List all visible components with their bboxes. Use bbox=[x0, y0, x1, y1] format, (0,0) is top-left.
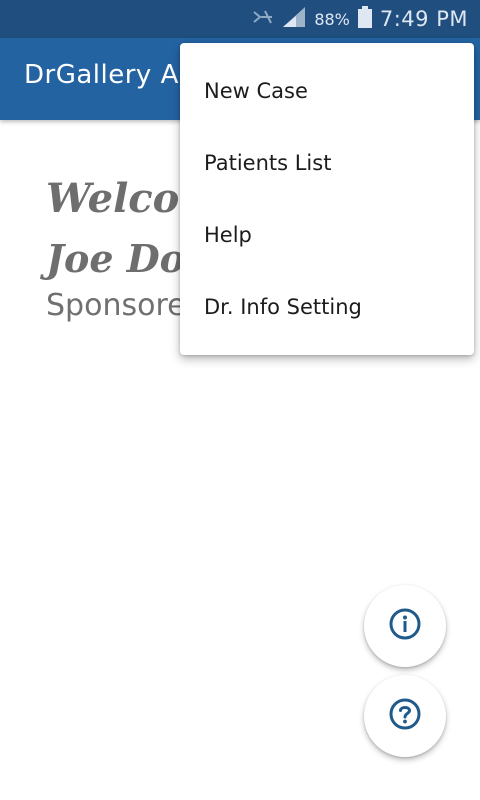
info-icon bbox=[388, 607, 422, 645]
clock: 7:49 PM bbox=[379, 7, 468, 31]
battery-percent: 88% bbox=[314, 9, 350, 29]
menu-item-patients-list[interactable]: Patients List bbox=[180, 127, 474, 199]
status-bar: 88% 7:49 PM bbox=[0, 0, 480, 38]
battery-icon bbox=[357, 6, 372, 32]
signal-off-icon bbox=[252, 9, 274, 29]
menu-item-dr-info-setting[interactable]: Dr. Info Setting bbox=[180, 271, 474, 343]
sponsored-text: Sponsorec bbox=[46, 288, 203, 323]
help-button[interactable] bbox=[364, 675, 446, 757]
cell-signal-icon bbox=[282, 6, 306, 32]
menu-item-help[interactable]: Help bbox=[180, 199, 474, 271]
help-icon bbox=[388, 697, 422, 735]
overflow-menu: New Case Patients List Help Dr. Info Set… bbox=[180, 43, 474, 355]
status-icons: 88% 7:49 PM bbox=[252, 0, 468, 38]
app-title: DrGallery A bbox=[24, 60, 179, 90]
menu-item-new-case[interactable]: New Case bbox=[180, 55, 474, 127]
info-button[interactable] bbox=[364, 585, 446, 667]
